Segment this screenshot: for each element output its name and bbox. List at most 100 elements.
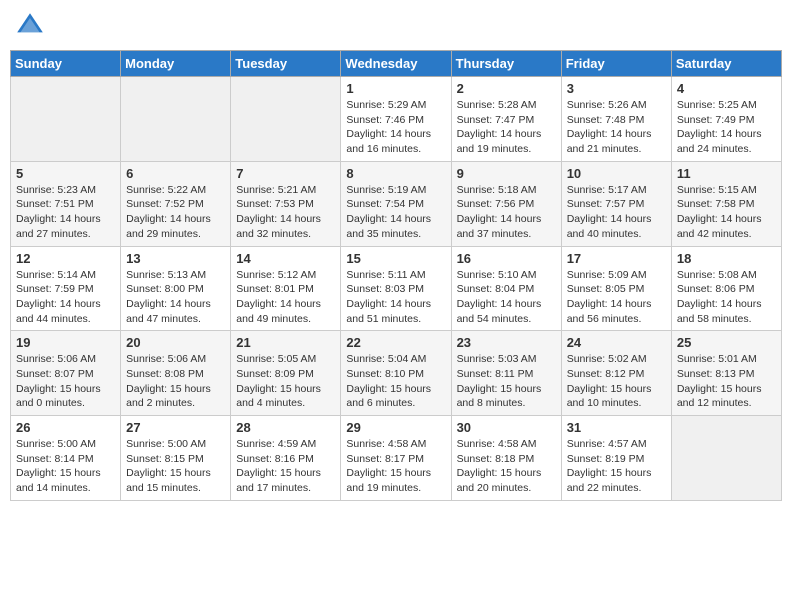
calendar-table: SundayMondayTuesdayWednesdayThursdayFrid… bbox=[10, 50, 782, 501]
calendar-cell: 19Sunrise: 5:06 AM Sunset: 8:07 PM Dayli… bbox=[11, 331, 121, 416]
day-number: 31 bbox=[567, 420, 666, 435]
day-info: Sunrise: 4:57 AM Sunset: 8:19 PM Dayligh… bbox=[567, 437, 666, 496]
day-info: Sunrise: 5:02 AM Sunset: 8:12 PM Dayligh… bbox=[567, 352, 666, 411]
calendar-cell: 16 Sunrise: 5:10 AM Sunset: 8:04 PM Dayli… bbox=[451, 246, 561, 331]
day-number: 14 bbox=[236, 251, 335, 266]
day-number: 8 bbox=[346, 166, 445, 181]
day-number: 9 bbox=[457, 166, 556, 181]
calendar-cell: 13 Sunrise: 5:13 AM Sunset: 8:00 PM Dayli… bbox=[121, 246, 231, 331]
day-number: 27 bbox=[126, 420, 225, 435]
calendar-cell: 26 Sunrise: 5:00 AM Sunset: 8:14 PM Dayli… bbox=[11, 416, 121, 501]
calendar-cell: 7 Sunrise: 5:21 AM Sunset: 7:53 PM Daylig… bbox=[231, 161, 341, 246]
day-number: 1 bbox=[346, 81, 445, 96]
day-number: 28 bbox=[236, 420, 335, 435]
day-number: 17 bbox=[567, 251, 666, 266]
day-info: Sunrise: 5:05 AM Sunset: 8:09 PM Dayligh… bbox=[236, 352, 335, 411]
day-number: 22 bbox=[346, 335, 445, 350]
day-info: Sunrise: 5:17 AM Sunset: 7:57 PM Dayligh… bbox=[567, 183, 666, 242]
day-info: Sunrise: 4:59 AM Sunset: 8:16 PM Dayligh… bbox=[236, 437, 335, 496]
day-number: 10 bbox=[567, 166, 666, 181]
day-info: Sunrise: 5:08 AM Sunset: 8:06 PM Dayligh… bbox=[677, 268, 776, 327]
day-info: Sunrise: 4:58 AM Sunset: 8:17 PM Dayligh… bbox=[346, 437, 445, 496]
calendar-cell bbox=[11, 77, 121, 162]
calendar-cell: 29 Sunrise: 4:58 AM Sunset: 8:17 PM Dayli… bbox=[341, 416, 451, 501]
calendar-week-row: 1 Sunrise: 5:29 AM Sunset: 7:46 PM Daylig… bbox=[11, 77, 782, 162]
day-info: Sunrise: 4:58 AM Sunset: 8:18 PM Dayligh… bbox=[457, 437, 556, 496]
calendar-cell: 23 Sunrise: 5:03 AM Sunset: 8:11 PM Dayli… bbox=[451, 331, 561, 416]
day-number: 13 bbox=[126, 251, 225, 266]
calendar-cell: 12Sunrise: 5:14 AM Sunset: 7:59 PM Dayli… bbox=[11, 246, 121, 331]
calendar-cell: 14 Sunrise: 5:12 AM Sunset: 8:01 PM Dayli… bbox=[231, 246, 341, 331]
weekday-header-thursday: Thursday bbox=[451, 51, 561, 77]
day-number: 21 bbox=[236, 335, 335, 350]
calendar-cell: 11Sunrise: 5:15 AM Sunset: 7:58 PM Dayli… bbox=[671, 161, 781, 246]
day-info: Sunrise: 5:10 AM Sunset: 8:04 PM Dayligh… bbox=[457, 268, 556, 327]
weekday-header-sunday: Sunday bbox=[11, 51, 121, 77]
day-info: Sunrise: 5:28 AM Sunset: 7:47 PM Dayligh… bbox=[457, 98, 556, 157]
day-info: Sunrise: 5:21 AM Sunset: 7:53 PM Dayligh… bbox=[236, 183, 335, 242]
day-info: Sunrise: 5:23 AM Sunset: 7:51 PM Dayligh… bbox=[16, 183, 115, 242]
weekday-header-row: SundayMondayTuesdayWednesdayThursdayFrid… bbox=[11, 51, 782, 77]
weekday-header-wednesday: Wednesday bbox=[341, 51, 451, 77]
day-info: Sunrise: 5:18 AM Sunset: 7:56 PM Dayligh… bbox=[457, 183, 556, 242]
day-number: 30 bbox=[457, 420, 556, 435]
day-info: Sunrise: 5:29 AM Sunset: 7:46 PM Dayligh… bbox=[346, 98, 445, 157]
day-info: Sunrise: 5:25 AM Sunset: 7:49 PM Dayligh… bbox=[677, 98, 776, 157]
day-number: 23 bbox=[457, 335, 556, 350]
calendar-cell: 27Sunrise: 5:00 AM Sunset: 8:15 PM Dayli… bbox=[121, 416, 231, 501]
day-info: Sunrise: 5:06 AM Sunset: 8:08 PM Dayligh… bbox=[126, 352, 225, 411]
day-number: 16 bbox=[457, 251, 556, 266]
calendar-cell: 1 Sunrise: 5:29 AM Sunset: 7:46 PM Daylig… bbox=[341, 77, 451, 162]
day-number: 26 bbox=[16, 420, 115, 435]
weekday-header-monday: Monday bbox=[121, 51, 231, 77]
calendar-cell bbox=[121, 77, 231, 162]
calendar-week-row: 12Sunrise: 5:14 AM Sunset: 7:59 PM Dayli… bbox=[11, 246, 782, 331]
page-header bbox=[10, 10, 782, 42]
day-info: Sunrise: 5:22 AM Sunset: 7:52 PM Dayligh… bbox=[126, 183, 225, 242]
day-number: 15 bbox=[346, 251, 445, 266]
calendar-cell: 4Sunrise: 5:25 AM Sunset: 7:49 PM Daylig… bbox=[671, 77, 781, 162]
day-number: 24 bbox=[567, 335, 666, 350]
calendar-cell: 2 Sunrise: 5:28 AM Sunset: 7:47 PM Daylig… bbox=[451, 77, 561, 162]
calendar-cell: 30 Sunrise: 4:58 AM Sunset: 8:18 PM Dayli… bbox=[451, 416, 561, 501]
weekday-header-saturday: Saturday bbox=[671, 51, 781, 77]
day-number: 11 bbox=[677, 166, 776, 181]
day-number: 2 bbox=[457, 81, 556, 96]
day-number: 7 bbox=[236, 166, 335, 181]
calendar-cell: 31 Sunrise: 4:57 AM Sunset: 8:19 PM Dayli… bbox=[561, 416, 671, 501]
calendar-cell: 3 Sunrise: 5:26 AM Sunset: 7:48 PM Daylig… bbox=[561, 77, 671, 162]
day-info: Sunrise: 5:06 AM Sunset: 8:07 PM Dayligh… bbox=[16, 352, 115, 411]
day-info: Sunrise: 5:12 AM Sunset: 8:01 PM Dayligh… bbox=[236, 268, 335, 327]
day-number: 18 bbox=[677, 251, 776, 266]
weekday-header-tuesday: Tuesday bbox=[231, 51, 341, 77]
day-info: Sunrise: 5:26 AM Sunset: 7:48 PM Dayligh… bbox=[567, 98, 666, 157]
day-number: 5 bbox=[16, 166, 115, 181]
weekday-header-friday: Friday bbox=[561, 51, 671, 77]
day-number: 3 bbox=[567, 81, 666, 96]
day-info: Sunrise: 5:04 AM Sunset: 8:10 PM Dayligh… bbox=[346, 352, 445, 411]
calendar-cell: 15 Sunrise: 5:11 AM Sunset: 8:03 PM Dayli… bbox=[341, 246, 451, 331]
calendar-cell: 21 Sunrise: 5:05 AM Sunset: 8:09 PM Dayli… bbox=[231, 331, 341, 416]
calendar-cell: 22 Sunrise: 5:04 AM Sunset: 8:10 PM Dayli… bbox=[341, 331, 451, 416]
calendar-week-row: 26 Sunrise: 5:00 AM Sunset: 8:14 PM Dayli… bbox=[11, 416, 782, 501]
day-number: 29 bbox=[346, 420, 445, 435]
day-info: Sunrise: 5:11 AM Sunset: 8:03 PM Dayligh… bbox=[346, 268, 445, 327]
day-info: Sunrise: 5:13 AM Sunset: 8:00 PM Dayligh… bbox=[126, 268, 225, 327]
calendar-week-row: 5 Sunrise: 5:23 AM Sunset: 7:51 PM Daylig… bbox=[11, 161, 782, 246]
day-info: Sunrise: 5:00 AM Sunset: 8:14 PM Dayligh… bbox=[16, 437, 115, 496]
logo bbox=[14, 10, 48, 42]
calendar-cell bbox=[231, 77, 341, 162]
calendar-cell: 24 Sunrise: 5:02 AM Sunset: 8:12 PM Dayli… bbox=[561, 331, 671, 416]
day-number: 25 bbox=[677, 335, 776, 350]
day-info: Sunrise: 5:03 AM Sunset: 8:11 PM Dayligh… bbox=[457, 352, 556, 411]
day-info: Sunrise: 5:14 AM Sunset: 7:59 PM Dayligh… bbox=[16, 268, 115, 327]
calendar-cell: 6 Sunrise: 5:22 AM Sunset: 7:52 PM Daylig… bbox=[121, 161, 231, 246]
calendar-cell: 8Sunrise: 5:19 AM Sunset: 7:54 PM Daylig… bbox=[341, 161, 451, 246]
day-info: Sunrise: 5:09 AM Sunset: 8:05 PM Dayligh… bbox=[567, 268, 666, 327]
day-number: 6 bbox=[126, 166, 225, 181]
calendar-cell: 18 Sunrise: 5:08 AM Sunset: 8:06 PM Dayli… bbox=[671, 246, 781, 331]
day-info: Sunrise: 5:01 AM Sunset: 8:13 PM Dayligh… bbox=[677, 352, 776, 411]
calendar-cell: 10 Sunrise: 5:17 AM Sunset: 7:57 PM Dayli… bbox=[561, 161, 671, 246]
logo-icon bbox=[14, 10, 46, 42]
calendar-cell: 5 Sunrise: 5:23 AM Sunset: 7:51 PM Daylig… bbox=[11, 161, 121, 246]
